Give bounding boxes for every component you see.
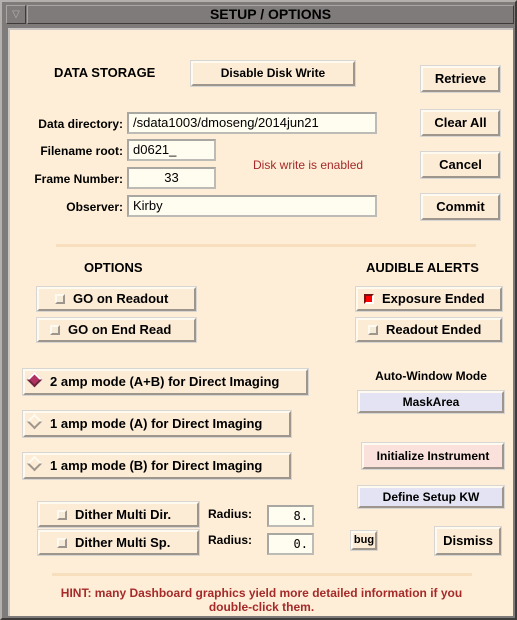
observer-input[interactable]: Kirby: [127, 195, 377, 217]
dither-dir-radius-input[interactable]: 8.: [267, 505, 314, 527]
hint-divider: [52, 573, 472, 576]
dither-multi-dir-label: Dither Multi Dir.: [75, 507, 172, 522]
readout-ended-label: Readout Ended: [386, 322, 482, 337]
data-directory-input[interactable]: /sdata1003/dmoseng/2014jun21: [127, 112, 377, 134]
disk-write-status: Disk write is enabled: [253, 158, 364, 172]
frame-number-input[interactable]: 33: [127, 167, 216, 189]
dither-sp-radius-label: Radius:: [208, 533, 253, 547]
readout-ended-toggle[interactable]: Readout Ended: [355, 317, 503, 343]
checkbox-icon: [368, 325, 378, 335]
disable-disk-write-button[interactable]: Disable Disk Write: [190, 60, 356, 87]
go-on-end-read-toggle[interactable]: GO on End Read: [36, 317, 197, 343]
dither-sp-radius-input[interactable]: 0.: [267, 533, 314, 555]
amp-mode-2ab-radio[interactable]: 2 amp mode (A+B) for Direct Imaging: [22, 368, 309, 396]
frame-number-label: Frame Number:: [34, 172, 123, 186]
radio-icon: [26, 455, 43, 472]
data-storage-heading: DATA STORAGE: [54, 65, 156, 80]
filename-root-input[interactable]: d0621_: [127, 139, 216, 161]
dither-multi-dir-toggle[interactable]: Dither Multi Dir.: [37, 501, 200, 528]
hint-line-2: double-click them.: [208, 600, 315, 614]
options-heading: OPTIONS: [84, 260, 143, 275]
amp-mode-1b-radio[interactable]: 1 amp mode (B) for Direct Imaging: [22, 452, 292, 480]
window-title: SETUP / OPTIONS: [27, 5, 514, 24]
setup-options-panel: DATA STORAGE Disable Disk Write Data dir…: [8, 28, 513, 616]
define-setup-kw-button[interactable]: Define Setup KW: [357, 485, 505, 509]
bug-button[interactable]: bug: [350, 530, 378, 551]
window-frame: ▽ SETUP / OPTIONS DATA STORAGE Disable D…: [0, 0, 517, 620]
amp-mode-1b-label: 1 amp mode (B) for Direct Imaging: [50, 458, 263, 473]
checkbox-icon: [57, 538, 67, 548]
checkbox-icon: [55, 294, 65, 304]
checkbox-icon: [57, 510, 67, 520]
initialize-instrument-button[interactable]: Initialize Instrument: [361, 442, 505, 470]
retrieve-button[interactable]: Retrieve: [420, 65, 501, 93]
go-on-readout-toggle[interactable]: GO on Readout: [36, 286, 197, 312]
radio-icon: [26, 413, 43, 430]
go-on-readout-label: GO on Readout: [73, 291, 169, 306]
window-menu-button[interactable]: ▽: [6, 5, 26, 24]
dither-dir-radius-label: Radius:: [208, 507, 253, 521]
amp-mode-1a-radio[interactable]: 1 amp mode (A) for Direct Imaging: [22, 410, 292, 438]
clear-all-button[interactable]: Clear All: [420, 109, 501, 137]
triangle-down-icon: ▽: [12, 9, 20, 20]
dither-multi-sp-label: Dither Multi Sp.: [75, 535, 171, 550]
observer-label: Observer:: [66, 200, 123, 214]
data-directory-label: Data directory:: [38, 117, 123, 131]
exposure-ended-label: Exposure Ended: [382, 291, 485, 306]
amp-mode-2ab-label: 2 amp mode (A+B) for Direct Imaging: [50, 374, 280, 389]
hint-text: HINT: many Dashboard graphics yield more…: [10, 586, 513, 614]
title-bar[interactable]: ▽ SETUP / OPTIONS: [6, 5, 514, 25]
filename-root-label: Filename root:: [40, 144, 123, 158]
exposure-ended-toggle[interactable]: Exposure Ended: [355, 286, 503, 312]
auto-window-mode-button[interactable]: MaskArea: [357, 390, 505, 414]
amp-mode-1a-label: 1 amp mode (A) for Direct Imaging: [50, 416, 263, 431]
go-on-end-read-label: GO on End Read: [68, 322, 172, 337]
hint-line-1: HINT: many Dashboard graphics yield more…: [60, 586, 463, 600]
section-divider: [56, 244, 476, 247]
dither-multi-sp-toggle[interactable]: Dither Multi Sp.: [37, 529, 200, 556]
checkbox-icon: [50, 325, 60, 335]
dismiss-button[interactable]: Dismiss: [434, 526, 502, 556]
audible-alerts-heading: AUDIBLE ALERTS: [366, 260, 479, 275]
commit-button[interactable]: Commit: [420, 193, 501, 221]
cancel-button[interactable]: Cancel: [420, 151, 501, 179]
radio-selected-icon: [26, 371, 43, 388]
checkbox-checked-icon: [364, 294, 374, 304]
auto-window-mode-label: Auto-Window Mode: [375, 369, 487, 383]
